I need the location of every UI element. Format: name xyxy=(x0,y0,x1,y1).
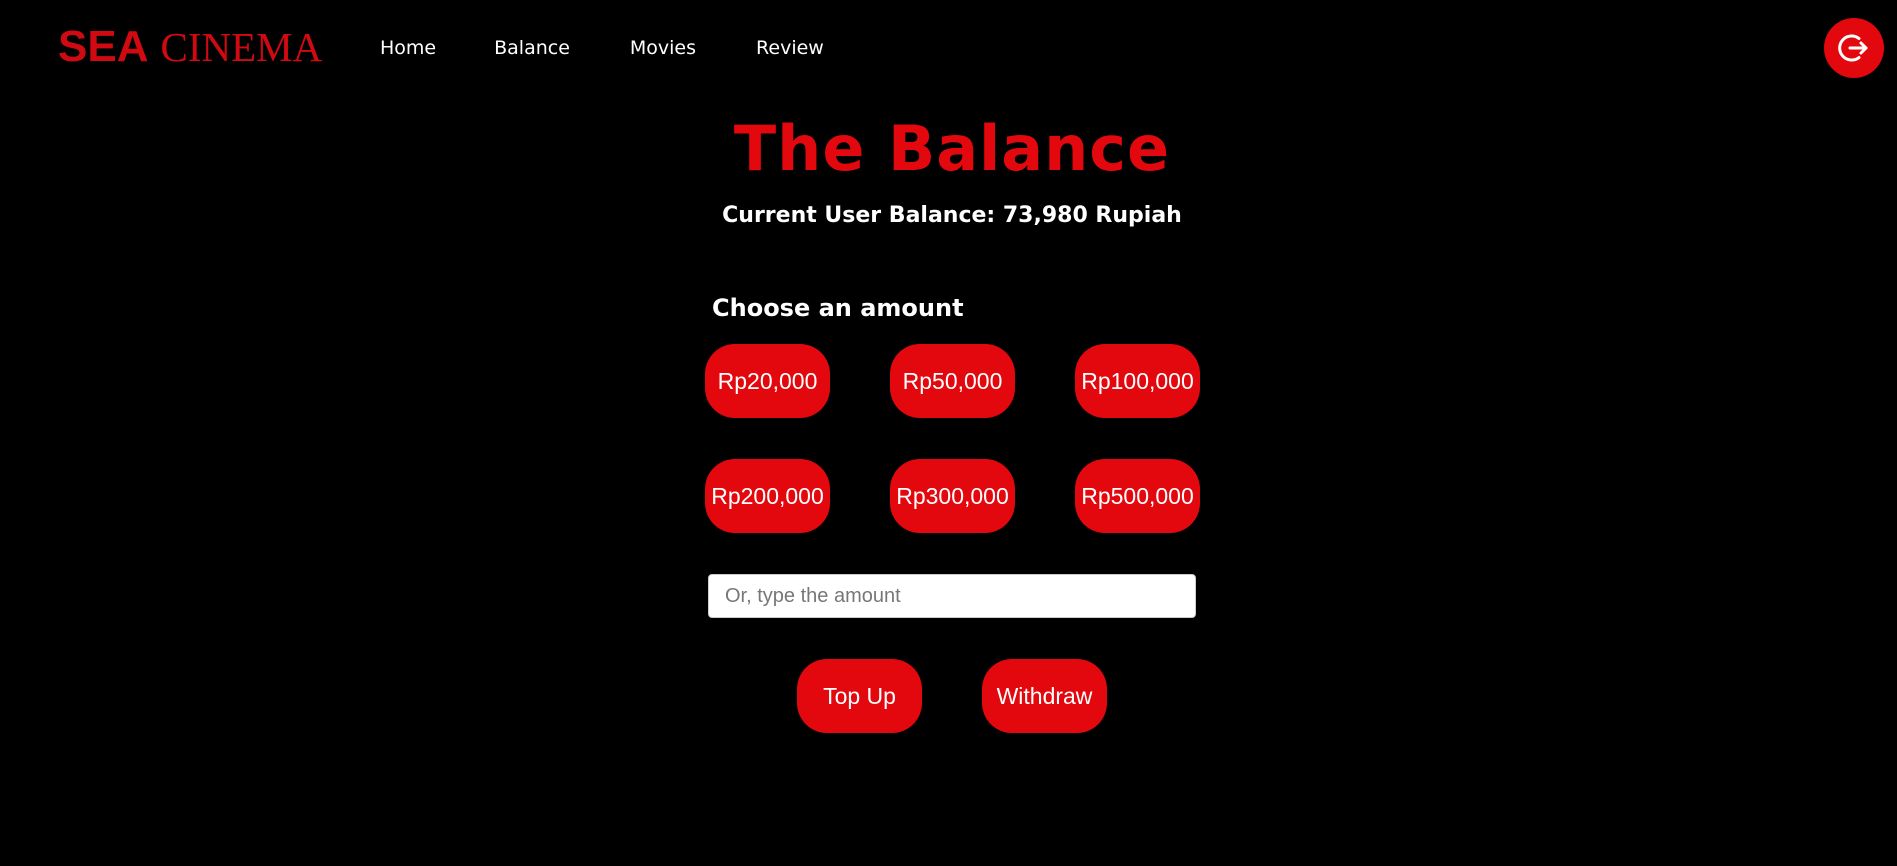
amount-button-500000[interactable]: Rp500,000 xyxy=(1075,459,1200,533)
logout-icon xyxy=(1838,34,1868,62)
logo-primary-text: SEA xyxy=(58,22,149,71)
logo-secondary-text: CINEMA xyxy=(160,24,323,70)
logout-button[interactable] xyxy=(1824,18,1884,78)
nav-link-review[interactable]: Review xyxy=(756,37,824,59)
current-balance-text: Current User Balance: 73,980 Rupiah xyxy=(722,203,1182,228)
top-up-button[interactable]: Top Up xyxy=(797,659,922,733)
amount-input[interactable] xyxy=(708,574,1196,618)
amount-button-100000[interactable]: Rp100,000 xyxy=(1075,344,1200,418)
amount-button-300000[interactable]: Rp300,000 xyxy=(890,459,1015,533)
logo[interactable]: SEA CINEMA xyxy=(58,22,322,72)
amount-button-50000[interactable]: Rp50,000 xyxy=(890,344,1015,418)
nav-link-movies[interactable]: Movies xyxy=(630,37,696,59)
amount-button-200000[interactable]: Rp200,000 xyxy=(705,459,830,533)
page-title: The Balance xyxy=(733,112,1171,185)
navbar: SEA CINEMA Home Balance Movies Review xyxy=(0,0,1897,98)
nav-link-home[interactable]: Home xyxy=(380,37,436,59)
choose-amount-label: Choose an amount xyxy=(712,294,964,322)
withdraw-button[interactable]: Withdraw xyxy=(982,659,1107,733)
nav-link-balance[interactable]: Balance xyxy=(494,37,570,59)
nav-links: Home Balance Movies Review xyxy=(380,37,824,59)
amount-button-20000[interactable]: Rp20,000 xyxy=(705,344,830,418)
